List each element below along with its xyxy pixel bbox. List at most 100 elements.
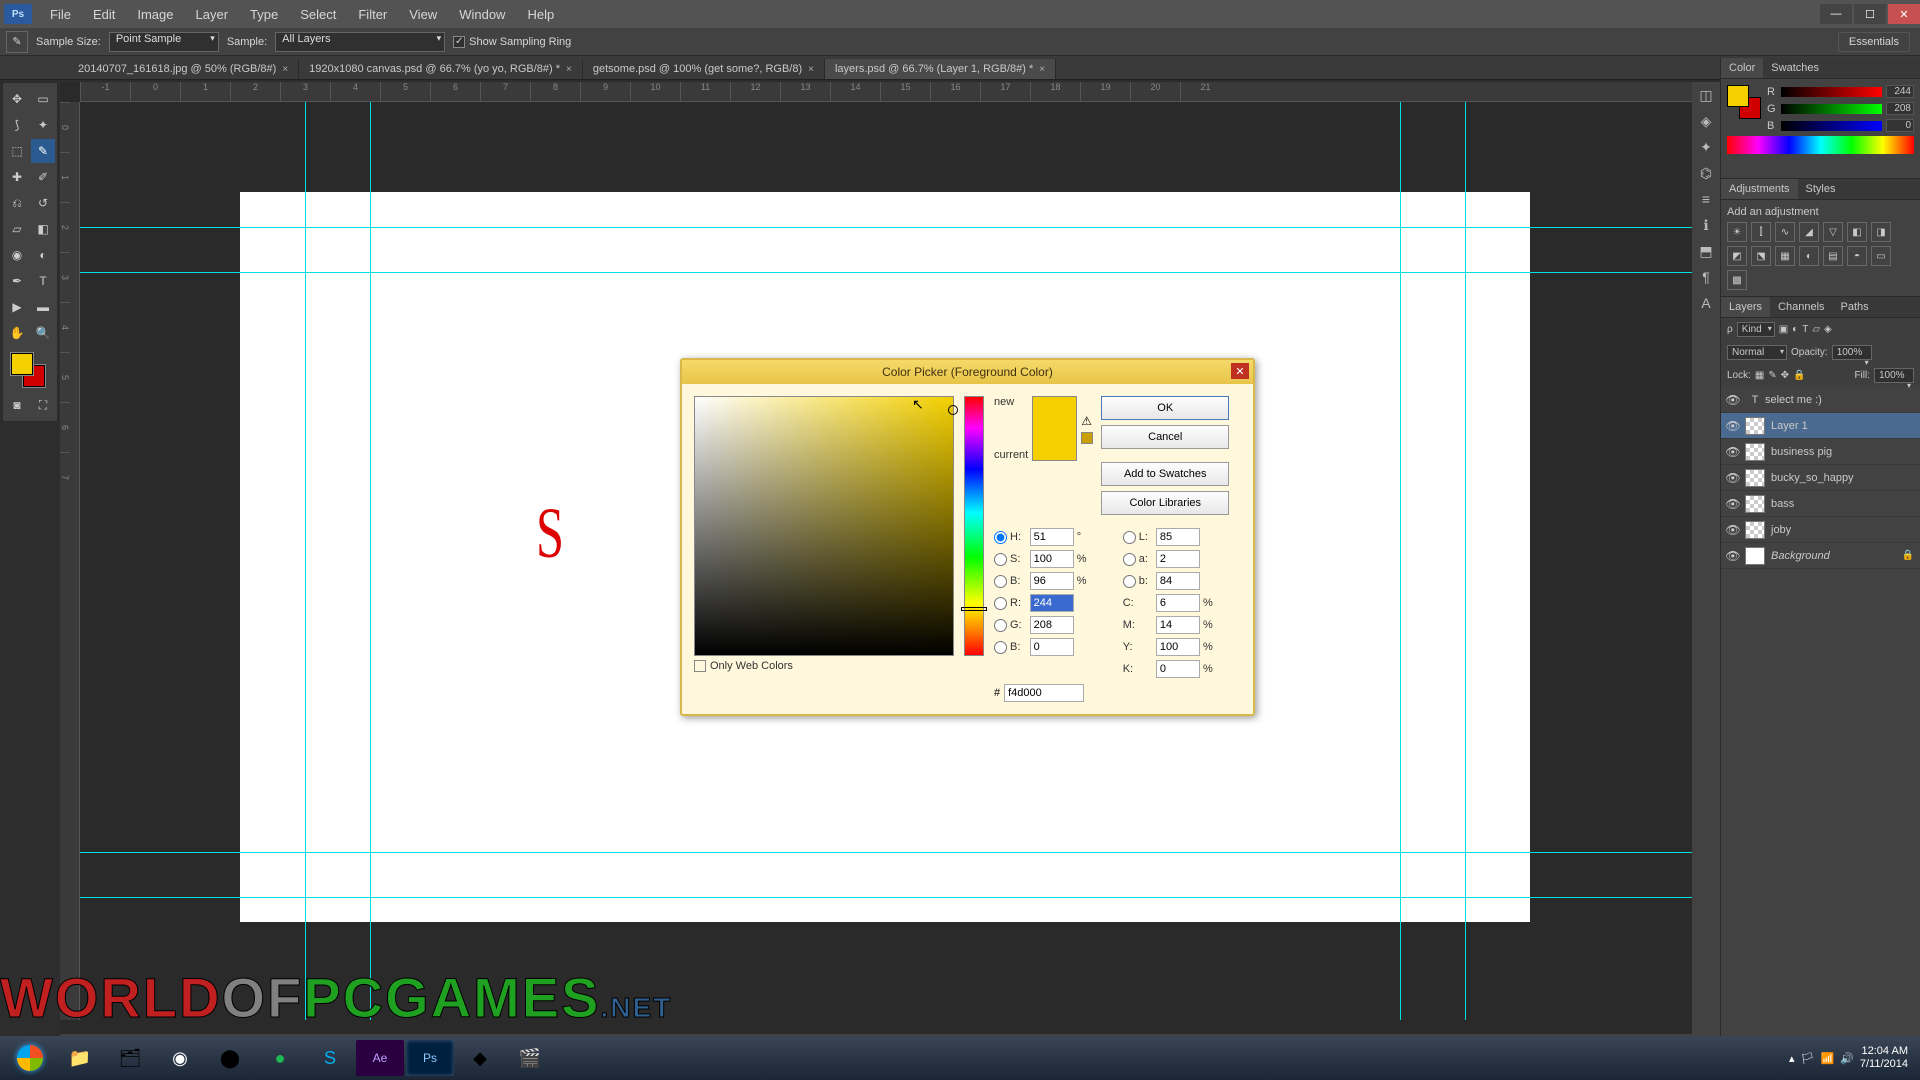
eyedropper-icon[interactable]: ✎ bbox=[6, 31, 28, 53]
lock-pixel-icon[interactable]: ✎ bbox=[1768, 370, 1776, 381]
layer-thumb[interactable] bbox=[1745, 495, 1765, 513]
b2-field[interactable] bbox=[1156, 572, 1200, 590]
path-select-tool[interactable]: ▶ bbox=[5, 295, 29, 319]
g-value[interactable]: 208 bbox=[1886, 102, 1914, 115]
foreground-color-swatch[interactable] bbox=[11, 353, 33, 375]
tab-adjustments[interactable]: Adjustments bbox=[1721, 179, 1798, 199]
show-ring-checkbox[interactable]: ✓ Show Sampling Ring bbox=[453, 36, 571, 48]
menu-window[interactable]: Window bbox=[449, 3, 515, 26]
layer-name[interactable]: Background bbox=[1771, 550, 1830, 562]
layer-row[interactable]: 👁Layer 1 bbox=[1721, 413, 1920, 439]
layer-row[interactable]: 👁business pig bbox=[1721, 439, 1920, 465]
menu-help[interactable]: Help bbox=[517, 3, 564, 26]
guide[interactable] bbox=[305, 102, 306, 1020]
panel-icon[interactable]: ≡ bbox=[1692, 186, 1720, 212]
app-icon[interactable]: ◆ bbox=[456, 1040, 504, 1076]
a-radio[interactable] bbox=[1123, 553, 1136, 566]
layer-row[interactable]: 👁 bucky_so_happy bbox=[1721, 465, 1920, 491]
menu-image[interactable]: Image bbox=[127, 3, 183, 26]
b-value[interactable]: 0 bbox=[1886, 119, 1914, 132]
stamp-tool[interactable]: ⎌ bbox=[5, 191, 29, 215]
workspace-switcher[interactable]: Essentials bbox=[1838, 32, 1910, 52]
layer-name[interactable]: business pig bbox=[1771, 446, 1832, 458]
panel-icon[interactable]: ◫ bbox=[1692, 82, 1720, 108]
h-field[interactable] bbox=[1030, 528, 1074, 546]
adj-chanmix-icon[interactable]: ⬔ bbox=[1751, 246, 1771, 266]
move-tool[interactable]: ✥ bbox=[5, 87, 29, 111]
visibility-icon[interactable]: 👁 bbox=[1721, 549, 1745, 563]
layer-name[interactable]: bucky_so_happy bbox=[1771, 472, 1854, 484]
blur-tool[interactable]: ◉ bbox=[5, 243, 29, 267]
history-brush-tool[interactable]: ↺ bbox=[31, 191, 55, 215]
guide[interactable] bbox=[80, 852, 1706, 853]
maximize-button[interactable]: ☐ bbox=[1854, 4, 1886, 24]
doc-tab-2[interactable]: getsome.psd @ 100% (get some?, RGB/8)× bbox=[583, 59, 825, 79]
filter-type-icon[interactable]: T bbox=[1802, 324, 1808, 335]
s-radio[interactable] bbox=[994, 553, 1007, 566]
spectrum-bar[interactable] bbox=[1727, 136, 1914, 154]
close-icon[interactable]: × bbox=[282, 64, 288, 75]
s-field[interactable] bbox=[1030, 550, 1074, 568]
menu-layer[interactable]: Layer bbox=[186, 3, 239, 26]
layer-name[interactable]: joby bbox=[1771, 524, 1791, 536]
marquee-tool[interactable]: ▭ bbox=[31, 87, 55, 111]
dialog-close-button[interactable]: ✕ bbox=[1231, 363, 1249, 379]
guide[interactable] bbox=[370, 102, 371, 1020]
opacity-field[interactable]: 100% bbox=[1832, 345, 1872, 360]
bval-field[interactable] bbox=[1030, 572, 1074, 590]
c-field[interactable] bbox=[1156, 594, 1200, 612]
visibility-icon[interactable]: 👁 bbox=[1721, 393, 1745, 407]
start-button[interactable] bbox=[6, 1040, 54, 1076]
quickmask-tool[interactable]: ◙ bbox=[5, 393, 29, 417]
panel-fgbg-swatch[interactable] bbox=[1727, 85, 1763, 121]
adj-gradmap-icon[interactable]: ▭ bbox=[1871, 246, 1891, 266]
adj-exposure-icon[interactable]: ◢ bbox=[1799, 222, 1819, 242]
b2-radio[interactable] bbox=[1123, 575, 1136, 588]
zoom-tool[interactable]: 🔍 bbox=[31, 321, 55, 345]
skype-icon[interactable]: S bbox=[306, 1040, 354, 1076]
panel-icon[interactable]: ✦ bbox=[1692, 134, 1720, 160]
lock-trans-icon[interactable]: ▦ bbox=[1755, 370, 1764, 381]
panel-icon[interactable]: ⌬ bbox=[1692, 160, 1720, 186]
folder-icon[interactable]: 🗂 bbox=[106, 1040, 154, 1076]
adj-vibrance-icon[interactable]: ▽ bbox=[1823, 222, 1843, 242]
doc-tab-0[interactable]: 20140707_161618.jpg @ 50% (RGB/8#)× bbox=[68, 59, 299, 79]
tab-layers[interactable]: Layers bbox=[1721, 297, 1770, 317]
adj-hue-icon[interactable]: ◧ bbox=[1847, 222, 1867, 242]
ruler-vertical[interactable]: 01234567 bbox=[60, 102, 80, 1020]
layer-thumb[interactable] bbox=[1745, 443, 1765, 461]
type-tool[interactable]: T bbox=[31, 269, 55, 293]
screenmode-tool[interactable]: ⛶ bbox=[31, 393, 55, 417]
k-field[interactable] bbox=[1156, 660, 1200, 678]
y-field[interactable] bbox=[1156, 638, 1200, 656]
adj-invert-icon[interactable]: ◐ bbox=[1799, 246, 1819, 266]
layer-name[interactable]: select me :) bbox=[1765, 394, 1822, 406]
adj-thresh-icon[interactable]: ◓ bbox=[1847, 246, 1867, 266]
tab-styles[interactable]: Styles bbox=[1798, 179, 1844, 199]
color-libraries-button[interactable]: Color Libraries bbox=[1101, 491, 1229, 515]
guide[interactable] bbox=[80, 272, 1706, 273]
panel-icon[interactable]: A bbox=[1692, 290, 1720, 316]
adj-selcolor-icon[interactable]: ▩ bbox=[1727, 270, 1747, 290]
adj-lookup-icon[interactable]: ▦ bbox=[1775, 246, 1795, 266]
h-radio[interactable] bbox=[994, 531, 1007, 544]
adj-curves-icon[interactable]: ∿ bbox=[1775, 222, 1795, 242]
fill-field[interactable]: 100% bbox=[1874, 368, 1914, 383]
panel-icon[interactable]: ¶ bbox=[1692, 264, 1720, 290]
visibility-icon[interactable]: 👁 bbox=[1721, 497, 1745, 511]
adj-photo-icon[interactable]: ◩ bbox=[1727, 246, 1747, 266]
menu-select[interactable]: Select bbox=[290, 3, 346, 26]
layer-row[interactable]: 👁bass bbox=[1721, 491, 1920, 517]
pen-tool[interactable]: ✒ bbox=[5, 269, 29, 293]
explorer-icon[interactable]: 📁 bbox=[56, 1040, 104, 1076]
ruler-horizontal[interactable]: -10123456789101112131415161718192021 bbox=[80, 82, 1706, 102]
tab-channels[interactable]: Channels bbox=[1770, 297, 1832, 317]
spotify-icon[interactable]: ● bbox=[256, 1040, 304, 1076]
visibility-icon[interactable]: 👁 bbox=[1721, 471, 1745, 485]
minimize-button[interactable]: — bbox=[1820, 4, 1852, 24]
ae-icon[interactable]: Ae bbox=[356, 1040, 404, 1076]
layer-name[interactable]: Layer 1 bbox=[1771, 420, 1808, 432]
web-colors-checkbox[interactable]: Only Web Colors bbox=[694, 660, 954, 672]
fg-swatch[interactable] bbox=[1727, 85, 1749, 107]
gradient-tool[interactable]: ◧ bbox=[31, 217, 55, 241]
